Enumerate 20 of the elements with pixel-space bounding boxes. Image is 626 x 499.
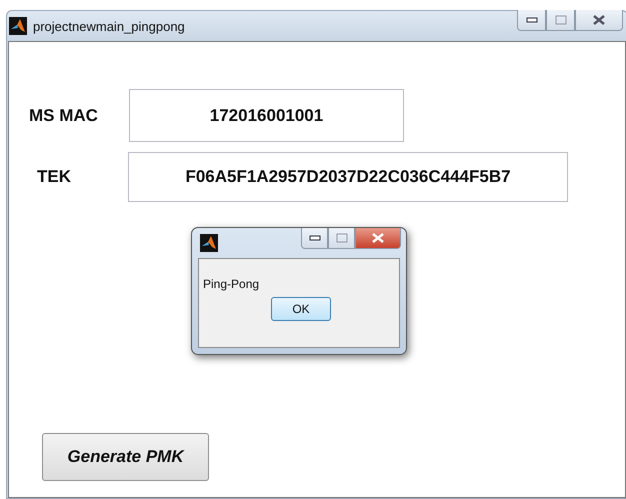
close-button[interactable] xyxy=(575,10,623,31)
ok-button[interactable]: OK xyxy=(271,297,331,321)
text-field[interactable]: F06A5F1A2957D2037D22C036C444F5B7 xyxy=(128,152,568,202)
field-label: MS MAC xyxy=(29,106,99,126)
window-title: projectnewmain_pingpong xyxy=(33,18,185,34)
minimize-button[interactable] xyxy=(301,228,328,249)
close-button[interactable] xyxy=(355,228,401,249)
maximize-icon xyxy=(336,233,348,243)
maximize-icon xyxy=(554,15,566,25)
generate-button[interactable]: Generate PMK xyxy=(42,433,209,481)
text-field[interactable]: 172016001001 xyxy=(129,89,404,142)
minimize-button[interactable] xyxy=(517,10,546,31)
minimize-icon xyxy=(526,17,538,23)
app-logo-icon xyxy=(9,17,27,35)
dialog-message: Ping-Pong xyxy=(203,277,260,291)
close-icon xyxy=(593,15,605,25)
close-icon xyxy=(372,233,384,243)
field-label: TEK xyxy=(37,167,72,187)
app-logo-icon xyxy=(200,234,218,252)
minimize-icon xyxy=(308,235,320,241)
